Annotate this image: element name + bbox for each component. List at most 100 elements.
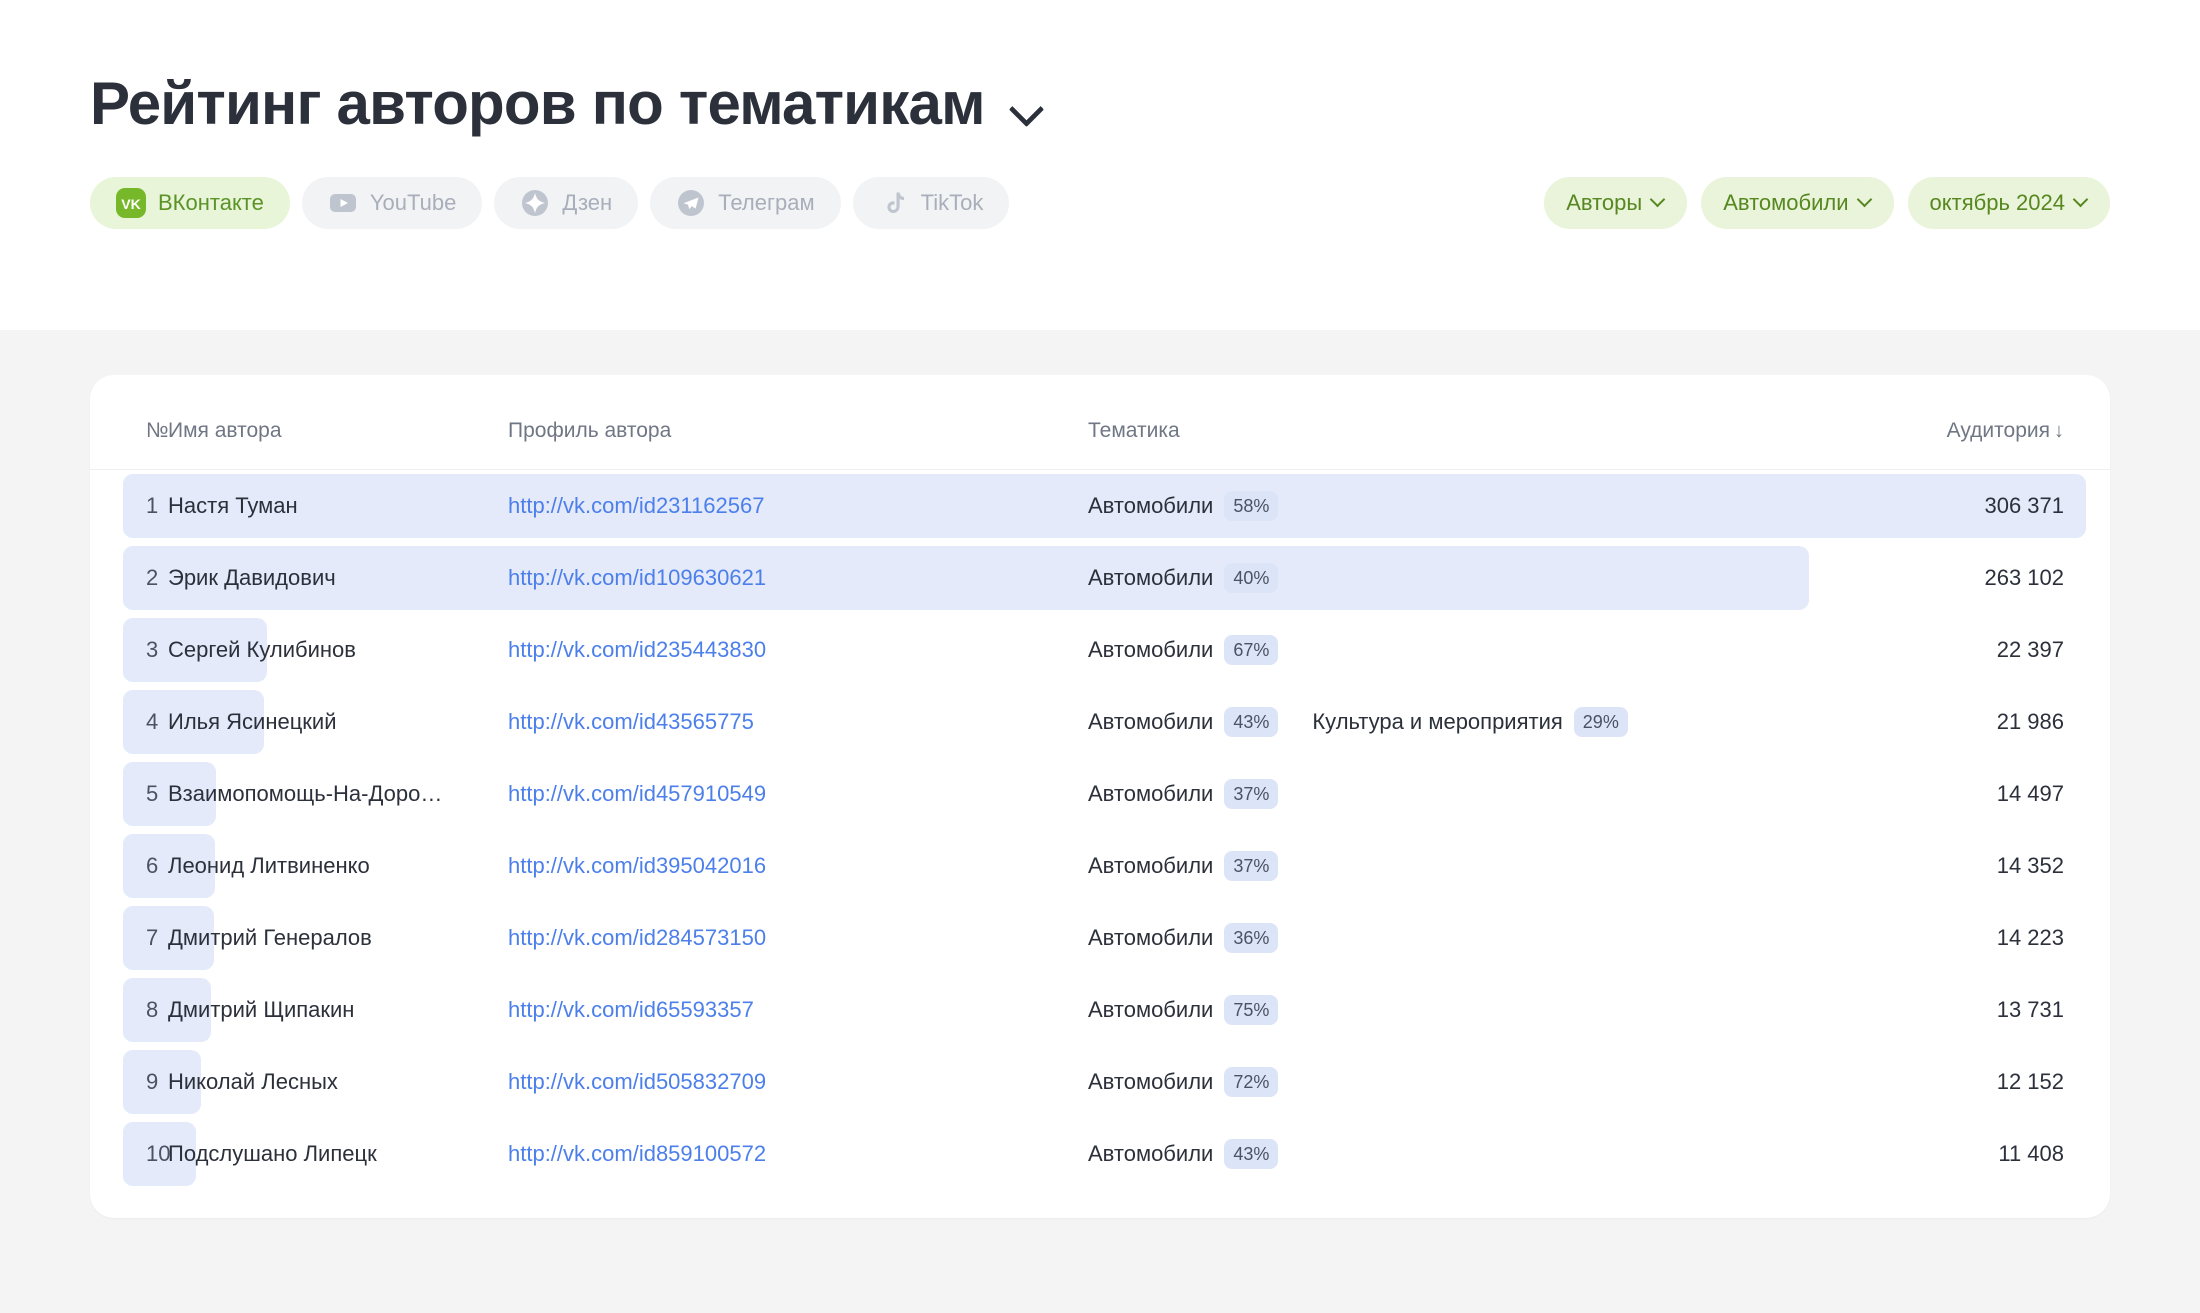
topic-list: Автомобили 43% Культура и мероприятия 29% (1088, 706, 1850, 737)
profile-link[interactable]: http://vk.com/id43565775 (508, 709, 754, 734)
page-header: Рейтинг авторов по тематикам VK ВКонтакт… (0, 0, 2200, 330)
author-name-cell: Дмитрий Щипакин (168, 974, 508, 1046)
author-name-cell: Дмитрий Генералов (168, 902, 508, 974)
table-row[interactable]: 1 Настя Туман http://vk.com/id231162567 Авт… (90, 470, 2110, 542)
topic-list: Автомобили 37% (1088, 778, 1850, 809)
profile-link[interactable]: http://vk.com/id505832709 (508, 1069, 766, 1094)
column-header-audience-label: Аудитория (1946, 419, 2050, 442)
platform-pill-youtube[interactable]: YouTube (301, 177, 483, 229)
topic-list: Автомобили 36% (1088, 922, 1850, 953)
youtube-icon (328, 188, 358, 218)
entity-filter-dropdown[interactable]: Авторы (1544, 177, 1688, 229)
column-header-profile: Профиль автора (508, 375, 1088, 470)
rank-cell: 5 (90, 758, 216, 830)
topic-list: Автомобили 67% (1088, 634, 1850, 665)
author-name: Сергей Кулибинов (168, 636, 356, 662)
rank-number: 6 (146, 852, 159, 878)
profile-link[interactable]: http://vk.com/id859100572 (508, 1141, 766, 1166)
audience-cell: 13 731 (1850, 974, 2110, 1046)
svg-text:VK: VK (121, 196, 140, 212)
author-name: Взаимопомощь-На-Доро… (168, 780, 443, 806)
rank-cell: 8 (90, 974, 211, 1046)
topic-percent-badge: 37% (1224, 850, 1279, 881)
rank-cell: 9 (90, 1046, 201, 1118)
profile-cell: http://vk.com/id457910549 (508, 758, 1088, 830)
profile-cell: http://vk.com/id231162567 (508, 470, 1088, 542)
author-name-cell: Илья Ясинецкий (168, 686, 508, 758)
chevron-down-icon (2075, 194, 2088, 207)
platform-pill-dzen[interactable]: Дзен (494, 177, 639, 229)
table-row[interactable]: 5 Взаимопомощь-На-Доро… http://vk.com/id45… (90, 758, 2110, 830)
page-body: № Имя автора Профиль автора Тематика Ауд… (0, 330, 2200, 1313)
entity-filter-label: Авторы (1566, 190, 1643, 215)
topic-list: Автомобили 58% (1088, 490, 1850, 521)
table-row[interactable]: 2 Эрик Давидович http://vk.com/id109630621… (90, 542, 2110, 614)
profile-link[interactable]: http://vk.com/id109630621 (508, 565, 766, 590)
topic-item: Автомобили 75% (1088, 994, 1279, 1025)
profile-link[interactable]: http://vk.com/id65593357 (508, 997, 754, 1022)
topic-percent-badge: 58% (1224, 490, 1279, 521)
table-row[interactable]: 4 Илья Ясинецкий http://vk.com/id43565775 А… (90, 686, 2110, 758)
rank-number: 7 (146, 924, 159, 950)
author-name-cell: Сергей Кулибинов (168, 614, 508, 686)
table-row[interactable]: 3 Сергей Кулибинов http://vk.com/id2354438… (90, 614, 2110, 686)
rank-number: 4 (146, 708, 159, 734)
rank-cell: 2 (90, 542, 1809, 614)
chevron-down-icon[interactable] (1011, 93, 1041, 123)
audience-value: 14 497 (1996, 780, 2064, 806)
table-row[interactable]: 6 Леонид Литвиненко http://vk.com/id395042… (90, 830, 2110, 902)
column-header-num: № (90, 375, 169, 470)
topic-label: Автомобили (1088, 924, 1214, 950)
chevron-down-icon (1859, 194, 1872, 207)
table-row[interactable]: 7 Дмитрий Генералов http://vk.com/id284573… (90, 902, 2110, 974)
report-filter-group: Авторы Автомобили октябрь 2024 (1544, 177, 2110, 229)
topic-item: Автомобили 37% (1088, 850, 1279, 881)
profile-cell: http://vk.com/id235443830 (508, 614, 1088, 686)
ranking-card: № Имя автора Профиль автора Тематика Ауд… (90, 375, 2110, 1218)
platform-pill-tiktok[interactable]: TikTok (852, 177, 1010, 229)
table-row[interactable]: 10 Подслушано Липецк http://vk.com/id85910… (90, 1118, 2110, 1190)
topic-label: Автомобили (1088, 780, 1214, 806)
period-filter-label: октябрь 2024 (1929, 190, 2065, 215)
author-name-cell: Эрик Давидович (168, 542, 508, 614)
audience-value: 306 371 (1984, 492, 2064, 518)
topic-item: Автомобили 37% (1088, 778, 1279, 809)
topic-item: Автомобили 58% (1088, 490, 1279, 521)
rank-cell: 10 (90, 1118, 197, 1190)
topic-list: Автомобили 43% (1088, 1138, 1850, 1169)
filter-bar: VK ВКонтакте YouTube Дзен Телеграм TikTo… (0, 135, 2200, 229)
author-name-cell: Николай Лесных (168, 1046, 508, 1118)
audience-value: 11 408 (1998, 1140, 2064, 1166)
platform-pill-label: YouTube (369, 190, 457, 215)
topic-filter-dropdown[interactable]: Автомобили (1701, 177, 1894, 229)
topic-percent-badge: 37% (1224, 778, 1279, 809)
topic-list: Автомобили 72% (1088, 1066, 1850, 1097)
column-header-audience[interactable]: Аудитория ↓ (1850, 375, 2110, 470)
audience-cell: 306 371 (1850, 470, 2110, 542)
platform-pill-telegram[interactable]: Телеграм (650, 177, 841, 229)
profile-link[interactable]: http://vk.com/id395042016 (508, 853, 766, 878)
topic-item: Автомобили 43% (1088, 1138, 1279, 1169)
audience-value: 12 152 (1996, 1068, 2064, 1094)
topic-percent-badge: 43% (1224, 1138, 1279, 1169)
platform-pill-vkontakte[interactable]: VK ВКонтакте (90, 177, 290, 229)
period-filter-dropdown[interactable]: октябрь 2024 (1907, 177, 2110, 229)
audience-cell: 263 102 (1850, 542, 2110, 614)
table-row[interactable]: 9 Николай Лесных http://vk.com/id505832709… (90, 1046, 2110, 1118)
profile-link[interactable]: http://vk.com/id284573150 (508, 925, 766, 950)
profile-cell: http://vk.com/id65593357 (508, 974, 1088, 1046)
topic-list: Автомобили 75% (1088, 994, 1850, 1025)
topic-percent-badge: 29% (1573, 706, 1628, 737)
audience-value: 21 986 (1996, 708, 2064, 734)
author-name: Николай Лесных (168, 1068, 338, 1094)
topic-label: Автомобили (1088, 1068, 1214, 1094)
profile-link[interactable]: http://vk.com/id231162567 (508, 493, 764, 518)
profile-link[interactable]: http://vk.com/id235443830 (508, 637, 766, 662)
audience-cell: 14 352 (1850, 830, 2110, 902)
topic-label: Автомобили (1088, 996, 1214, 1022)
table-row[interactable]: 8 Дмитрий Щипакин http://vk.com/id65593357… (90, 974, 2110, 1046)
rank-cell: 4 (90, 686, 264, 758)
profile-link[interactable]: http://vk.com/id457910549 (508, 781, 766, 806)
platform-pill-label: Дзен (562, 190, 613, 215)
author-name: Эрик Давидович (168, 564, 336, 590)
